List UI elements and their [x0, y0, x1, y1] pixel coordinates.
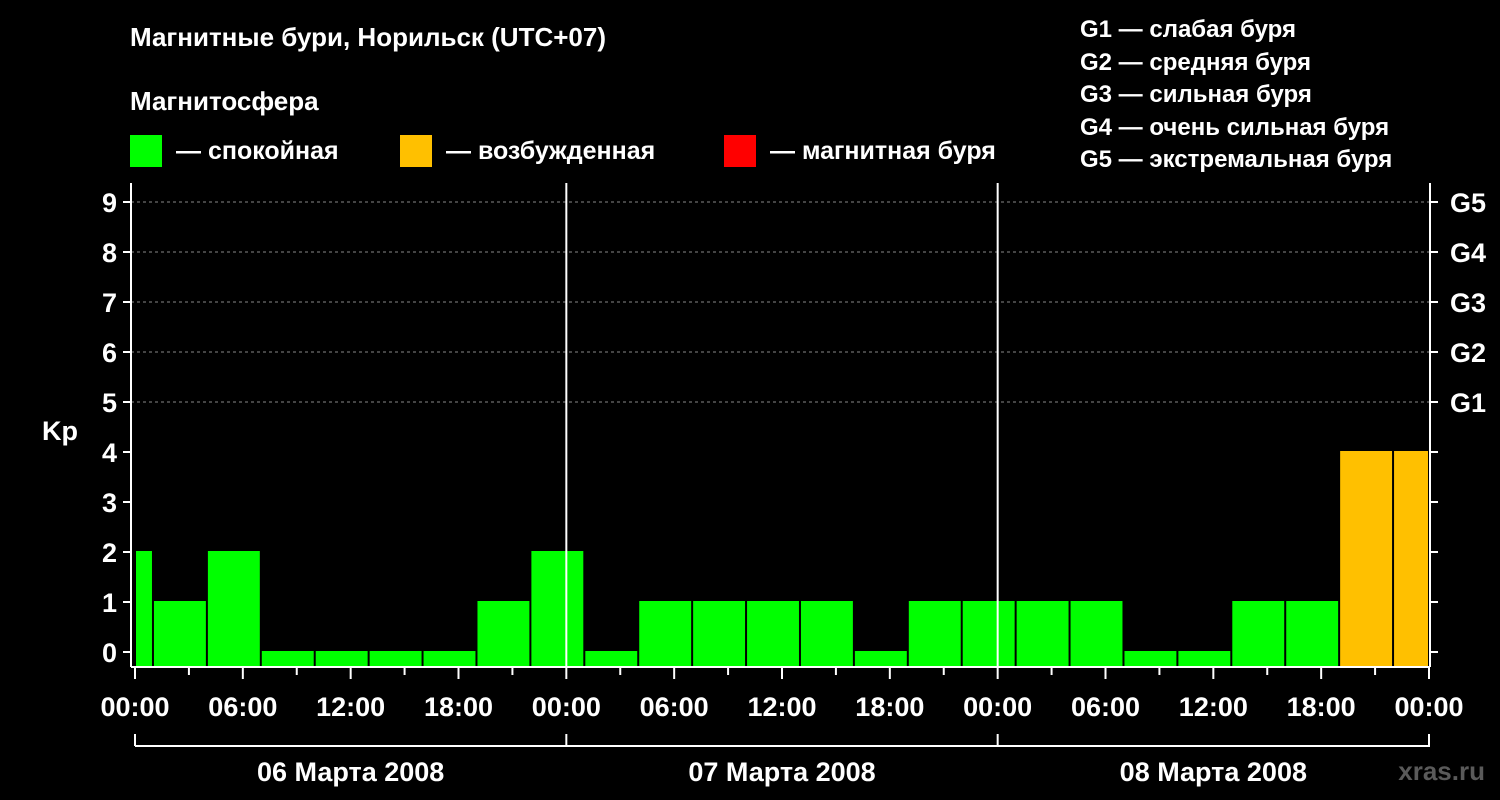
y-axis-label: Kp	[42, 416, 78, 446]
bar-20	[1178, 651, 1231, 667]
watermark: xras.ru	[1398, 756, 1485, 786]
bar-16	[962, 601, 1015, 667]
y-tick-label: 4	[102, 438, 117, 468]
bar-15	[908, 601, 961, 667]
bar-24	[1394, 451, 1428, 667]
bar-5	[369, 651, 422, 667]
bar-2	[207, 551, 260, 667]
bar-6	[423, 651, 476, 667]
x-tick-label: 18:00	[1287, 692, 1356, 722]
y-tick-label: 7	[102, 288, 117, 318]
x-tick-label: 12:00	[1179, 692, 1248, 722]
bar-3	[261, 651, 314, 667]
y-tick-label: 0	[102, 638, 117, 668]
y-tick-label: 2	[102, 538, 117, 568]
bar-13	[800, 601, 853, 667]
x-tick-label: 18:00	[424, 692, 493, 722]
bar-11	[693, 601, 746, 667]
day-label: 07 Марта 2008	[688, 757, 875, 787]
x-tick-label: 18:00	[855, 692, 924, 722]
bar-17	[1016, 601, 1069, 667]
bar-7	[477, 601, 530, 667]
bar-12	[747, 601, 799, 667]
x-tick-label: 12:00	[747, 692, 816, 722]
bar-19	[1124, 651, 1177, 667]
g-scale-label: G5	[1450, 188, 1486, 218]
g-scale-label: G4	[1450, 238, 1486, 268]
x-tick-label: 00:00	[963, 692, 1032, 722]
x-tick-label: 06:00	[640, 692, 709, 722]
bar-8	[531, 551, 584, 667]
bar-22	[1286, 601, 1339, 667]
bar-0	[136, 551, 152, 667]
y-tick-label: 6	[102, 338, 117, 368]
y-tick-label: 1	[102, 588, 117, 618]
bar-10	[639, 601, 692, 667]
bar-9	[585, 651, 638, 667]
bar-4	[315, 651, 368, 667]
y-tick-label: 5	[102, 388, 117, 418]
day-label: 08 Марта 2008	[1120, 757, 1307, 787]
g-scale-label: G3	[1450, 288, 1486, 318]
bar-18	[1070, 601, 1123, 667]
x-tick-label: 06:00	[208, 692, 277, 722]
y-tick-label: 8	[102, 238, 117, 268]
bar-21	[1232, 601, 1285, 667]
y-tick-label: 3	[102, 488, 117, 518]
x-tick-label: 00:00	[100, 692, 169, 722]
bar-23	[1340, 451, 1393, 667]
day-label: 06 Марта 2008	[257, 757, 444, 787]
g-scale-label: G1	[1450, 388, 1486, 418]
y-tick-label: 9	[102, 188, 117, 218]
bar-14	[854, 651, 907, 667]
x-tick-label: 12:00	[316, 692, 385, 722]
g-scale-label: G2	[1450, 338, 1486, 368]
x-tick-label: 00:00	[532, 692, 601, 722]
x-tick-label: 00:00	[1394, 692, 1463, 722]
kp-bar-chart: 0 1 2 3 4 5 6 7 8 9 Kp G1 G2 G3 G4 G5 00:00 06:00 12:00 18:…	[42, 183, 1486, 787]
x-tick-label: 06:00	[1071, 692, 1140, 722]
bar-1	[153, 601, 206, 667]
